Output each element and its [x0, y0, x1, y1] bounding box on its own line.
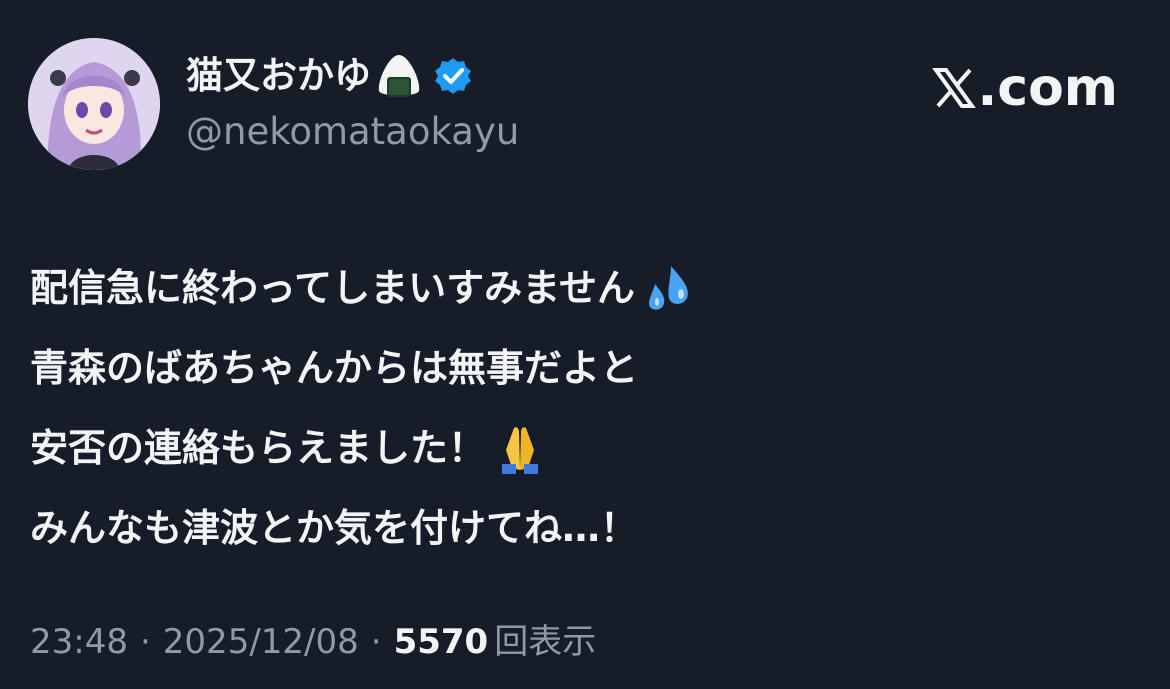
x-logo-icon [931, 68, 976, 108]
folded-hands-icon [492, 420, 548, 476]
onigiri-icon [375, 53, 423, 99]
body-line-text: 青森のばあちゃんからは無事だよと [30, 346, 639, 390]
verified-badge-icon [433, 56, 473, 96]
user-handle[interactable]: @nekomataokayu [186, 108, 519, 156]
post-date[interactable]: 2025/12/08 [163, 614, 359, 670]
sweat-droplets-icon [641, 260, 697, 316]
body-line: みんなも津波とか気を付けてね…！ [30, 488, 1130, 568]
separator: · [139, 622, 151, 662]
post-card: 猫又おかゆ @nekomataokayu .com 配信急に終わってしまいすみま… [0, 0, 1170, 689]
post-meta: 23:48 · 2025/12/08 · 5570 回表示 [30, 614, 596, 670]
body-line-text: 安否の連絡もらえました！ [30, 426, 487, 470]
views-label: 回表示 [494, 622, 597, 662]
display-name[interactable]: 猫又おかゆ [186, 52, 371, 100]
post-body: 配信急に終わってしまいすみません 青森のばあちゃんからは無事だよと 安否の連絡も… [30, 248, 1130, 568]
post-time[interactable]: 23:48 [30, 614, 128, 670]
body-line: 安否の連絡もらえました！ [30, 408, 1130, 488]
separator: · [370, 622, 382, 662]
views-count: 5570 [393, 622, 489, 662]
body-line-text: 配信急に終わってしまいすみません [30, 266, 635, 310]
body-line: 青森のばあちゃんからは無事だよと [30, 328, 1130, 408]
avatar-image [28, 38, 160, 170]
body-line-text: みんなも津波とか気を付けてね…！ [30, 506, 639, 550]
body-line: 配信急に終わってしまいすみません [30, 248, 1130, 328]
display-name-row: 猫又おかゆ [186, 52, 473, 100]
brand-label: .com [977, 58, 1119, 118]
brand-logo: .com [931, 58, 1119, 118]
avatar[interactable] [28, 38, 160, 170]
